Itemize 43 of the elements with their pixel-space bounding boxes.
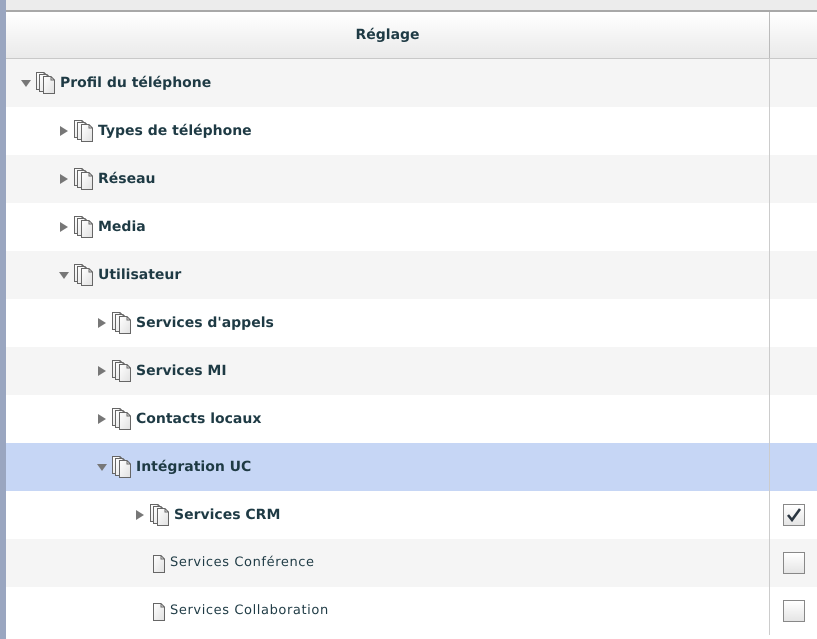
tree-item-label[interactable]: Utilisateur bbox=[98, 264, 182, 286]
tree-item-label[interactable]: Services Conférence bbox=[170, 553, 315, 573]
documents-icon bbox=[73, 263, 95, 287]
expand-arrow-icon[interactable] bbox=[58, 173, 70, 185]
documents-icon bbox=[111, 359, 133, 383]
checkbox[interactable] bbox=[782, 504, 804, 526]
tree-row[interactable]: Intégration UC bbox=[6, 443, 817, 491]
document-icon bbox=[151, 552, 167, 574]
tree-row[interactable]: Utilisateur bbox=[6, 251, 817, 299]
tree-item-label[interactable]: Services d'appels bbox=[136, 312, 274, 334]
checkbox[interactable] bbox=[782, 600, 804, 622]
documents-icon bbox=[111, 311, 133, 335]
collapse-arrow-icon[interactable] bbox=[96, 462, 108, 472]
checkbox[interactable] bbox=[782, 552, 804, 574]
expand-arrow-icon[interactable] bbox=[58, 221, 70, 233]
collapse-arrow-icon[interactable] bbox=[58, 270, 70, 280]
documents-icon bbox=[35, 71, 57, 95]
documents-icon bbox=[73, 167, 95, 191]
tree-row[interactable]: Réseau bbox=[6, 155, 817, 203]
tree-item-label[interactable]: Services Collaboration bbox=[170, 601, 329, 621]
documents-icon bbox=[73, 215, 95, 239]
tree-item-label[interactable]: Profil du téléphone bbox=[60, 72, 212, 94]
collapse-arrow-icon[interactable] bbox=[20, 78, 32, 88]
tree-row[interactable]: Services Conférence bbox=[6, 539, 817, 587]
documents-icon bbox=[111, 407, 133, 431]
documents-icon bbox=[73, 119, 95, 143]
tree-item-label[interactable]: Réseau bbox=[98, 168, 156, 190]
tree-item-label[interactable]: Intégration UC bbox=[136, 456, 252, 478]
expand-arrow-icon[interactable] bbox=[58, 125, 70, 137]
expand-arrow-icon[interactable] bbox=[96, 365, 108, 377]
expand-arrow-icon[interactable] bbox=[96, 317, 108, 329]
tree-item-label[interactable]: Contacts locaux bbox=[136, 408, 262, 430]
tree-item-label[interactable]: Media bbox=[98, 216, 146, 238]
expand-arrow-icon[interactable] bbox=[134, 509, 146, 521]
tree-item-label[interactable]: Types de téléphone bbox=[98, 120, 252, 142]
documents-icon bbox=[111, 455, 133, 479]
tree-item-label[interactable]: Services MI bbox=[136, 360, 227, 382]
tree-row[interactable]: Profil du téléphone bbox=[6, 59, 817, 107]
expand-arrow-icon[interactable] bbox=[96, 413, 108, 425]
documents-icon bbox=[149, 503, 171, 527]
tree-row[interactable]: Services MI bbox=[6, 347, 817, 395]
document-icon bbox=[151, 600, 167, 622]
tree-item-label[interactable]: Services CRM bbox=[174, 504, 280, 526]
